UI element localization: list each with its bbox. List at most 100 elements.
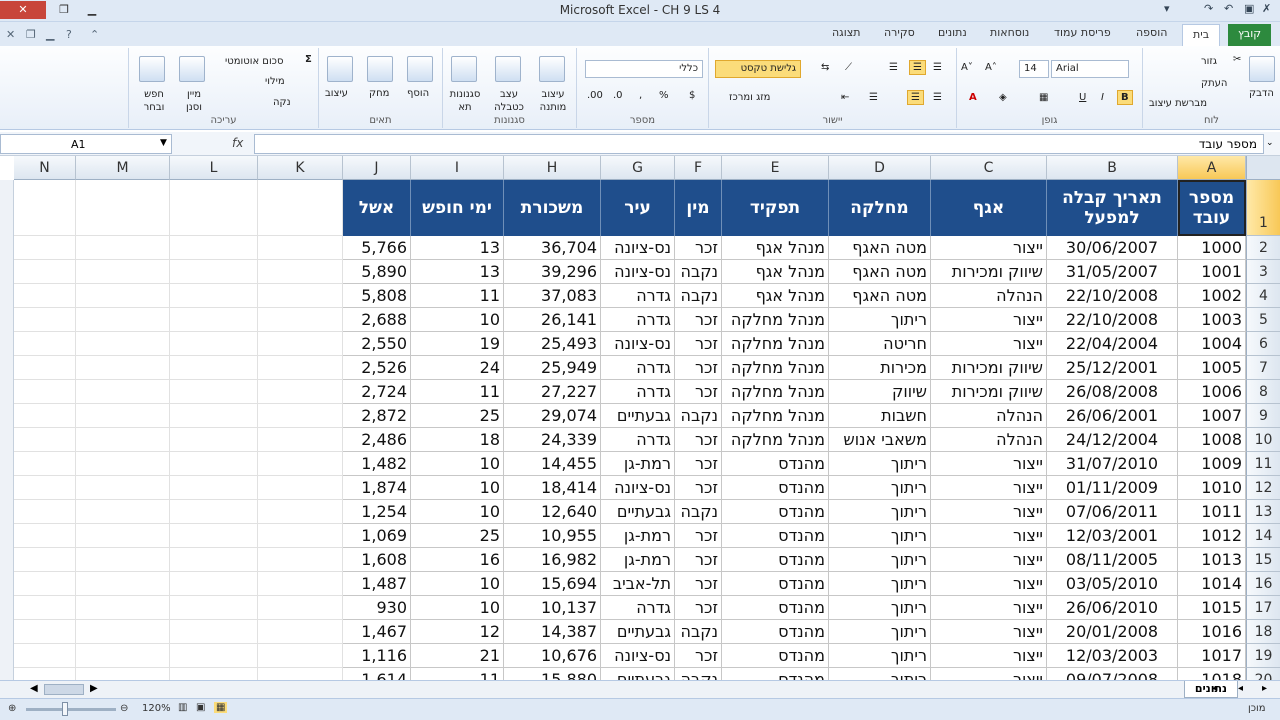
grid-cell[interactable] [170,452,258,476]
first-sheet-icon[interactable]: ◂ [1212,683,1217,694]
cell-d[interactable]: ריתוך [829,644,931,668]
grid-cell[interactable] [14,332,76,356]
grid-cell[interactable] [76,500,170,524]
cell-a[interactable]: 1003 [1178,308,1246,332]
align-center-icon[interactable]: ☰ [907,90,924,105]
column-header-c[interactable]: C [931,156,1047,180]
cell-j[interactable]: 5,766 [343,236,411,260]
cell-e[interactable]: מנהל אגף [722,236,829,260]
redo-icon[interactable]: ↷ [1204,2,1213,15]
grid-cell[interactable] [258,572,343,596]
header-cell-i[interactable]: ימי חופש [411,180,504,236]
grid-cell[interactable] [258,380,343,404]
grid-cell[interactable] [76,404,170,428]
sort-filter-icon[interactable] [179,56,205,82]
grid-cell[interactable] [14,428,76,452]
cell-j[interactable]: 1,614 [343,668,411,680]
cell-f[interactable]: נקבה [675,668,722,680]
page-layout-view-icon[interactable]: ▣ [196,702,205,713]
row-header[interactable]: 4 [1246,284,1280,308]
cell-i[interactable]: 21 [411,644,504,668]
cell-g[interactable]: רמת-גן [601,548,675,572]
cell-i[interactable]: 25 [411,524,504,548]
page-break-view-icon[interactable]: ▥ [178,702,187,713]
grid-cell[interactable] [258,332,343,356]
grid-cell[interactable] [14,404,76,428]
cell-h[interactable]: 27,227 [504,380,601,404]
grid-cell[interactable] [258,524,343,548]
grid-cell[interactable] [258,180,343,236]
cell-b[interactable]: 22/04/2004 [1047,332,1178,356]
column-header-m[interactable]: M [76,156,170,180]
select-all-corner[interactable] [1246,156,1280,180]
format-table-label[interactable]: עצב כטבלה [491,88,527,114]
cell-a[interactable]: 1008 [1178,428,1246,452]
grid-cell[interactable] [258,476,343,500]
grid-cell[interactable] [14,476,76,500]
cell-h[interactable]: 10,955 [504,524,601,548]
cell-h[interactable]: 29,074 [504,404,601,428]
row-header[interactable]: 10 [1246,428,1280,452]
grid-cell[interactable] [170,596,258,620]
help-icon[interactable]: ? [66,28,72,41]
row-header[interactable]: 8 [1246,380,1280,404]
row-header[interactable]: 7 [1246,356,1280,380]
grid-cell[interactable] [14,524,76,548]
cell-d[interactable]: חשבות [829,404,931,428]
paste-icon[interactable] [1249,56,1275,82]
cell-e[interactable]: מנהל אגף [722,260,829,284]
grid-cell[interactable] [170,524,258,548]
cell-h[interactable]: 15,880 [504,668,601,680]
cell-e[interactable]: מהנדס [722,668,829,680]
grid-cell[interactable] [170,236,258,260]
tab-formulas[interactable]: נוסחאות [990,26,1029,39]
grid-cell[interactable] [14,284,76,308]
borders-icon[interactable]: ▦ [1039,92,1048,103]
column-header-i[interactable]: I [411,156,504,180]
cell-j[interactable]: 5,890 [343,260,411,284]
cell-e[interactable]: מנהל מחלקה [722,332,829,356]
cell-f[interactable]: זכר [675,596,722,620]
row-header[interactable]: 2 [1246,236,1280,260]
cell-b[interactable]: 31/07/2010 [1047,452,1178,476]
cell-b[interactable]: 26/06/2010 [1047,596,1178,620]
cell-h[interactable]: 14,455 [504,452,601,476]
cell-d[interactable]: ריתוך [829,476,931,500]
find-select-icon[interactable] [139,56,165,82]
fill-color-icon[interactable]: ◈ [999,92,1007,103]
cell-h[interactable]: 36,704 [504,236,601,260]
cell-a[interactable]: 1000 [1178,236,1246,260]
cell-i[interactable]: 13 [411,260,504,284]
grid-cell[interactable] [258,500,343,524]
next-sheet-icon[interactable]: ▸ [1262,683,1267,694]
cell-a[interactable]: 1012 [1178,524,1246,548]
row-header[interactable]: 11 [1246,452,1280,476]
cell-g[interactable]: נס-ציונה [601,476,675,500]
cell-a[interactable]: 1005 [1178,356,1246,380]
name-box-dropdown-icon[interactable]: ▼ [160,138,167,148]
row-header[interactable]: 9 [1246,404,1280,428]
cell-a[interactable]: 1017 [1178,644,1246,668]
align-bottom-icon[interactable]: ☰ [933,62,942,73]
grid-cell[interactable] [258,548,343,572]
cell-a[interactable]: 1013 [1178,548,1246,572]
paste-label[interactable]: הדבק [1249,88,1274,99]
cell-i[interactable]: 10 [411,500,504,524]
increase-font-icon[interactable]: A˄ [985,62,997,73]
cell-j[interactable]: 1,467 [343,620,411,644]
cell-g[interactable]: גדרה [601,284,675,308]
row-header[interactable]: 13 [1246,500,1280,524]
grid-cell[interactable] [76,572,170,596]
decrease-font-icon[interactable]: A˅ [961,62,973,73]
cell-d[interactable]: שיווק [829,380,931,404]
cell-c[interactable]: ייצור [931,332,1047,356]
cell-d[interactable]: מטה האגף [829,260,931,284]
cell-h[interactable]: 37,083 [504,284,601,308]
header-cell-b[interactable]: תאריך קבלה למפעל [1047,180,1178,236]
cell-g[interactable]: גדרה [601,596,675,620]
grid-cell[interactable] [170,668,258,680]
format-painter-button[interactable]: מברשת עיצוב [1149,98,1207,109]
grid-cell[interactable] [76,180,170,236]
grid-cell[interactable] [258,236,343,260]
cell-e[interactable]: מנהל מחלקה [722,404,829,428]
